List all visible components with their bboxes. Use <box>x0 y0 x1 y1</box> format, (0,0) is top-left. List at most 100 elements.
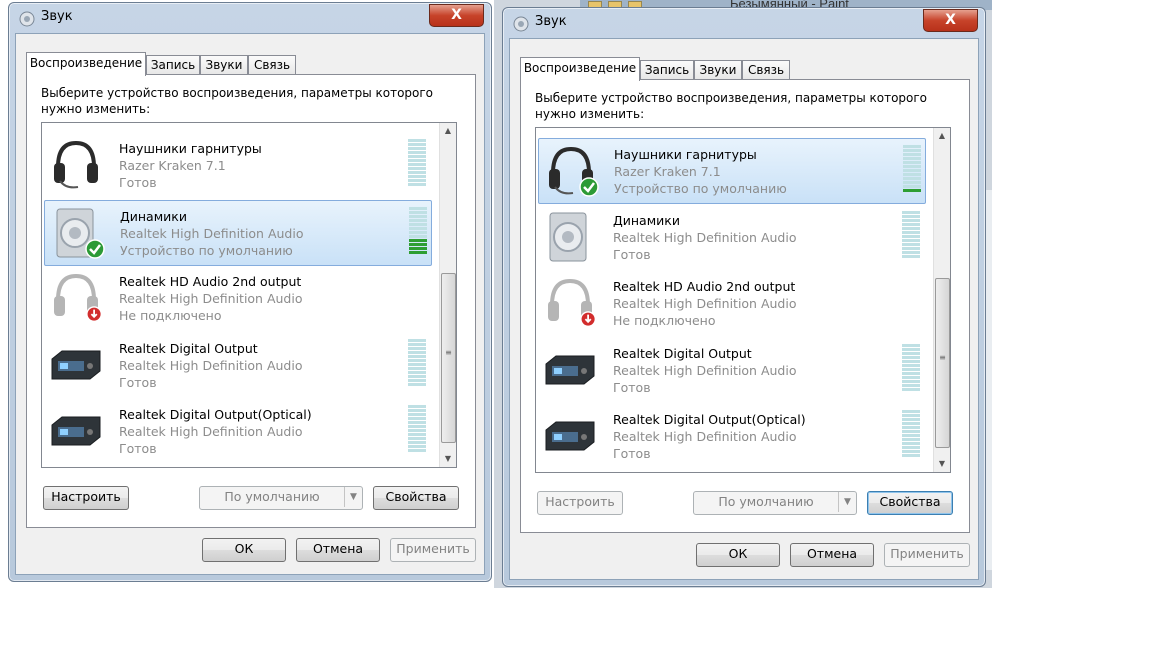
device-driver: Realtek High Definition Audio <box>613 429 797 444</box>
properties-button[interactable]: Свойства <box>867 491 953 515</box>
set-default-label: По умолчанию <box>224 489 320 504</box>
digital-output-icon <box>48 337 104 393</box>
speaker-title-icon <box>513 16 529 32</box>
device-status: Не подключено <box>613 313 716 328</box>
device-row[interactable]: Realtek Digital Output(Optical) Realtek H… <box>44 399 430 463</box>
device-name: Realtek Digital Output <box>613 345 752 361</box>
device-name: Realtek Digital Output(Optical) <box>119 407 312 422</box>
speaker-icon <box>542 209 598 265</box>
device-row[interactable]: Динамики Realtek High Definition Audio Уст… <box>44 199 432 266</box>
set-default-combo[interactable]: По умолчанию ▼ <box>199 486 363 510</box>
digital-output-icon <box>542 342 598 398</box>
device-row[interactable]: Realtek Digital Output Realtek High Defin… <box>44 333 430 397</box>
scroll-up-arrow-icon[interactable]: ▲ <box>440 123 456 139</box>
device-status: Готов <box>119 175 157 190</box>
scroll-thumb[interactable]: ≡ <box>441 273 456 443</box>
device-row[interactable]: Динамики Realtek High Definition Audio Гот… <box>538 205 924 269</box>
device-driver: Realtek High Definition Audio <box>613 362 797 378</box>
chevron-down-icon[interactable]: ▼ <box>838 492 856 512</box>
sound-dialog-right: Звук X Воспроизведение Запись Звуки Связ… <box>502 7 986 587</box>
vertical-scrollbar[interactable]: ▲ ≡ ▼ <box>933 128 950 472</box>
tab-recording[interactable]: Запись <box>146 55 200 75</box>
device-status: Готов <box>119 441 157 456</box>
scroll-thumb[interactable]: ≡ <box>935 278 950 448</box>
tab-playback[interactable]: Воспроизведение <box>26 52 146 76</box>
volume-meter <box>408 338 426 387</box>
digital-output-icon <box>542 408 598 464</box>
tab-communications[interactable]: Связь <box>742 60 790 80</box>
device-name: Realtek Digital Output(Optical) <box>613 412 806 427</box>
dialog-client: Воспроизведение Запись Звуки Связь Выбер… <box>15 33 485 575</box>
device-status: Готов <box>613 246 651 262</box>
device-row[interactable]: Наушники гарнитуры Razer Kraken 7.1 Готов <box>44 133 430 197</box>
tab-communications[interactable]: Связь <box>248 55 296 75</box>
device-name: Realtek HD Audio 2nd output <box>119 274 302 289</box>
vertical-scrollbar[interactable]: ▲ ≡ ▼ <box>439 123 456 467</box>
close-button[interactable]: X <box>923 9 978 32</box>
instructions-text: Выберите устройство воспроизведения, пар… <box>535 91 928 121</box>
set-default-combo[interactable]: По умолчанию ▼ <box>693 491 857 515</box>
dialog-title: Звук <box>41 9 73 24</box>
device-status: Устройство по умолчанию <box>614 181 787 196</box>
device-row[interactable]: Realtek HD Audio 2nd output Realtek High … <box>44 266 430 330</box>
device-name: Наушники гарнитуры <box>119 141 262 156</box>
device-row[interactable]: Realtek Digital Output(Optical) Realtek H… <box>538 404 924 468</box>
ok-button[interactable]: ОК <box>202 538 286 562</box>
sound-dialog-left: Звук X Воспроизведение Запись Звуки Связ… <box>8 2 492 582</box>
device-status: Готов <box>119 374 157 390</box>
scroll-down-arrow-icon[interactable]: ▼ <box>440 451 456 467</box>
device-driver: Realtek High Definition Audio <box>119 291 303 306</box>
properties-button[interactable]: Свойства <box>373 486 459 510</box>
instructions-text: Выберите устройство воспроизведения, пар… <box>41 86 434 116</box>
grip-icon: ≡ <box>939 353 946 362</box>
playback-panel: Выберите устройство воспроизведения, пар… <box>26 74 476 528</box>
device-row[interactable]: Наушники гарнитуры Razer Kraken 7.1 Устрой… <box>538 138 926 204</box>
device-row[interactable]: Realtek HD Audio 2nd output Realtek High … <box>538 271 924 335</box>
close-button[interactable]: X <box>429 4 484 27</box>
ok-button[interactable]: ОК <box>696 543 780 567</box>
volume-meter <box>409 206 427 255</box>
tab-recording[interactable]: Запись <box>640 60 694 80</box>
cancel-button[interactable]: Отмена <box>296 538 380 562</box>
tab-sounds[interactable]: Звуки <box>200 55 248 75</box>
device-list[interactable]: ▲ ≡ ▼ Наушники гарнитуры Razer Kraken 7.1 Уст… <box>535 127 951 473</box>
device-driver: Realtek High Definition Audio <box>119 357 303 373</box>
title-bar: Звук X <box>9 3 491 33</box>
chevron-down-icon[interactable]: ▼ <box>344 487 362 507</box>
device-driver: Realtek High Definition Audio <box>613 229 797 245</box>
device-status: Устройство по умолчанию <box>120 242 293 258</box>
dialog-title: Звук <box>535 14 567 29</box>
configure-button[interactable]: Настроить <box>43 486 129 510</box>
device-row[interactable]: Realtek Digital Output Realtek High Defin… <box>538 338 924 402</box>
device-status: Не подключено <box>119 308 222 323</box>
apply-button[interactable]: Применить <box>884 543 970 567</box>
tab-sounds[interactable]: Звуки <box>694 60 742 80</box>
scroll-down-arrow-icon[interactable]: ▼ <box>934 456 950 472</box>
configure-button[interactable]: Настроить <box>537 491 623 515</box>
volume-meter <box>902 343 920 392</box>
device-list[interactable]: ▲ ≡ ▼ Наушники гарнитуры Razer Kraken 7.1 Гот… <box>41 122 457 468</box>
device-driver: Razer Kraken 7.1 <box>614 164 721 179</box>
digital-output-icon <box>48 403 104 459</box>
device-driver: Realtek High Definition Audio <box>120 225 304 241</box>
tab-playback[interactable]: Воспроизведение <box>520 57 640 81</box>
volume-meter <box>408 405 426 453</box>
device-driver: Realtek High Definition Audio <box>613 296 797 311</box>
device-driver: Razer Kraken 7.1 <box>119 158 226 173</box>
device-name: Realtek HD Audio 2nd output <box>613 279 796 294</box>
device-status: Готов <box>613 446 651 461</box>
scroll-up-arrow-icon[interactable]: ▲ <box>934 128 950 144</box>
cancel-button[interactable]: Отмена <box>790 543 874 567</box>
device-name: Наушники гарнитуры <box>614 147 757 162</box>
volume-meter <box>903 145 921 193</box>
volume-meter <box>408 139 426 187</box>
apply-button[interactable]: Применить <box>390 538 476 562</box>
device-status: Готов <box>613 379 651 395</box>
set-default-label: По умолчанию <box>718 494 814 509</box>
speaker-title-icon <box>19 11 35 27</box>
title-bar: Звук X <box>503 8 985 38</box>
dialog-client: Воспроизведение Запись Звуки Связь Выбер… <box>509 38 979 580</box>
device-name: Realtek Digital Output <box>119 340 258 356</box>
device-driver: Realtek High Definition Audio <box>119 424 303 439</box>
volume-meter <box>902 410 920 458</box>
